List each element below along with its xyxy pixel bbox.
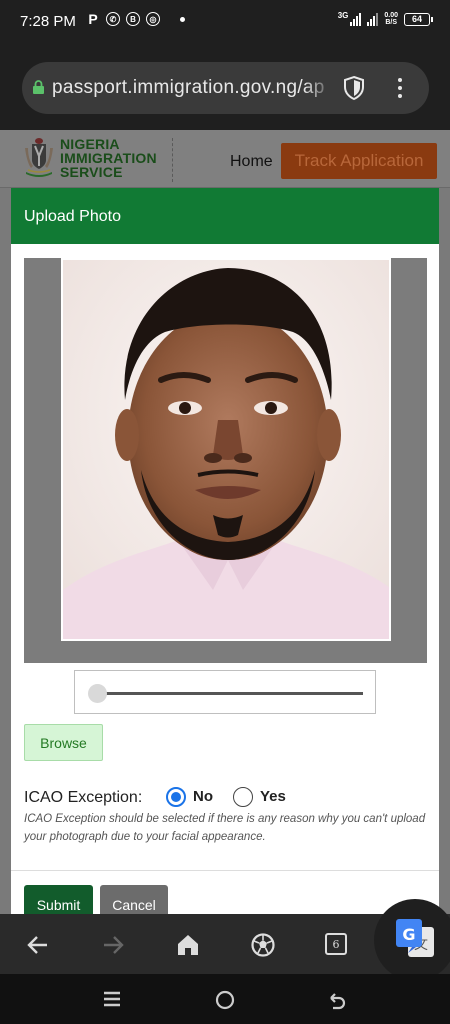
person-portrait-icon [63, 260, 389, 639]
zoom-slider-thumb[interactable] [88, 684, 107, 703]
photo-crop-area[interactable] [24, 258, 427, 663]
lock-icon [33, 80, 44, 94]
icao-help-text: ICAO Exception should be selected if the… [24, 813, 426, 843]
submit-button[interactable]: Submit [24, 885, 93, 914]
cancel-button[interactable]: Cancel [100, 885, 168, 914]
network-speed: 0.00 B/S [384, 12, 398, 26]
passport-photo[interactable] [61, 258, 391, 641]
google-translate-icon: 文 G [396, 919, 434, 957]
url-text[interactable]: passport.immigration.gov.ng/ap [52, 77, 328, 99]
notification-icons: P ✆ B ◎ [86, 11, 185, 27]
zoom-slider-track[interactable] [99, 692, 363, 695]
browser-toolbar: passport.immigration.gov.ng/ap [0, 44, 450, 130]
icao-yes-label[interactable]: Yes [260, 788, 286, 805]
web-page: NIGERIA IMMIGRATION SERVICE Home Track A… [0, 130, 450, 914]
signal-icon-2 [367, 12, 379, 26]
back-arrow-icon[interactable] [25, 932, 51, 958]
status-time: 7:28 PM [20, 13, 76, 30]
modal-title: Upload Photo [24, 208, 121, 225]
track-application-button[interactable]: Track Application [281, 143, 437, 179]
icao-no-label[interactable]: No [193, 788, 213, 805]
paypal-icon: P [88, 11, 98, 27]
site-header: NIGERIA IMMIGRATION SERVICE Home Track A… [0, 130, 450, 188]
whatsapp-icon: ✆ [106, 12, 120, 26]
nav-home-link[interactable]: Home [230, 153, 273, 171]
forward-arrow-icon[interactable] [100, 932, 126, 958]
b-icon: B [126, 12, 140, 26]
status-bar: 7:28 PM P ✆ B ◎ 3G 0.00 B/S 64 [0, 0, 450, 44]
coat-of-arms-icon [25, 138, 53, 177]
status-indicators: 3G 0.00 B/S 64 [337, 10, 433, 26]
tabs-count-icon[interactable]: 6 [325, 933, 347, 955]
shield-icon[interactable] [342, 75, 366, 101]
modal-header: Upload Photo [11, 188, 439, 244]
signal-icon [350, 12, 362, 26]
soccer-ball-icon[interactable] [250, 932, 276, 958]
zoom-slider[interactable] [74, 670, 376, 714]
home-icon[interactable] [175, 932, 201, 958]
address-bar[interactable]: passport.immigration.gov.ng/ap [22, 62, 429, 114]
more-notifications-dot-icon [180, 16, 185, 22]
icao-exception-label: ICAO Exception: [24, 789, 143, 806]
icao-yes-radio[interactable] [233, 787, 253, 807]
home-circle-icon[interactable] [215, 990, 235, 1010]
battery-icon: 64 [404, 12, 433, 26]
browse-button[interactable]: Browse [24, 724, 103, 761]
chrome-icon: ◎ [146, 12, 160, 26]
google-translate-button[interactable]: 文 G [374, 899, 450, 981]
upload-photo-modal: Upload Photo Browse ICAO Exception: No Y… [11, 188, 439, 914]
system-navigation-bar [0, 974, 450, 1024]
icao-no-radio[interactable] [166, 787, 186, 807]
site-logo-text[interactable]: NIGERIA IMMIGRATION SERVICE [60, 137, 157, 179]
recent-apps-icon[interactable] [103, 990, 121, 1008]
svg-text:G: G [402, 925, 415, 944]
more-menu-icon[interactable] [390, 74, 410, 102]
system-back-icon[interactable] [327, 990, 347, 1010]
network-type: 3G [337, 10, 349, 20]
